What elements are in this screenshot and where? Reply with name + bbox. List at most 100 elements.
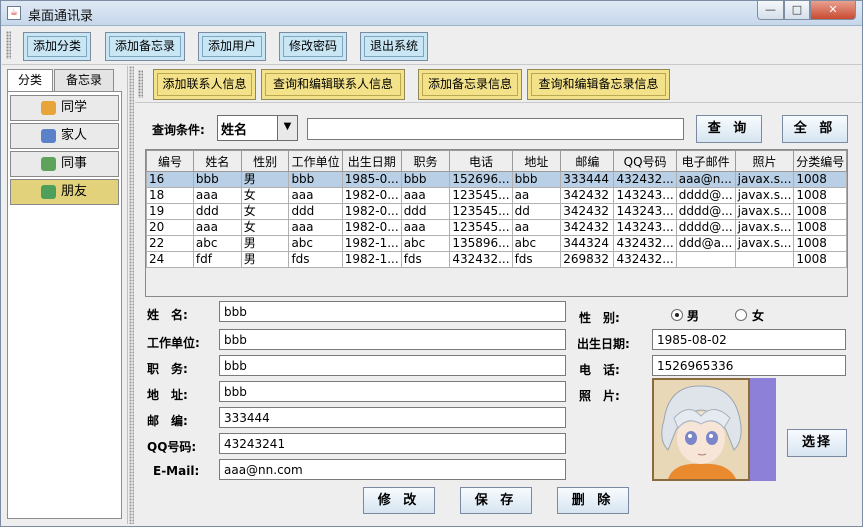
table-cell[interactable]: 143243...: [613, 187, 677, 204]
column-header[interactable]: 电子邮件: [675, 150, 736, 172]
table-cell[interactable]: ddd: [400, 203, 451, 220]
table-cell[interactable]: 342432: [560, 219, 615, 236]
table-cell[interactable]: 22: [146, 235, 194, 252]
gender-male-radio[interactable]: [671, 309, 683, 321]
birthday-field[interactable]: 1985-08-02: [652, 329, 846, 350]
table-cell[interactable]: 女: [240, 219, 290, 236]
table-cell[interactable]: aa: [511, 219, 562, 236]
table-cell[interactable]: aaa: [400, 187, 451, 204]
table-cell[interactable]: aaa: [288, 219, 343, 236]
table-cell[interactable]: javax.s...: [734, 235, 795, 252]
position-field[interactable]: bbb: [219, 355, 566, 376]
exit-system-button[interactable]: 退出系统: [360, 32, 428, 61]
table-cell[interactable]: bbb: [511, 171, 562, 188]
table-cell[interactable]: 1008: [793, 251, 847, 268]
table-row[interactable]: 22 abc 男 abc 1982-1... abc 135896... abc 344324 4…: [146, 235, 847, 252]
table-cell[interactable]: 123545...: [449, 187, 513, 204]
table-row[interactable]: 19 ddd 女 ddd 1982-0... ddd 123545... dd 342432 14…: [146, 203, 847, 220]
table-cell[interactable]: ddd@a...: [675, 235, 736, 252]
table-row[interactable]: 20 aaa 女 aaa 1982-0... aaa 123545... aa 342432 14…: [146, 219, 847, 236]
table-cell[interactable]: 123545...: [449, 203, 513, 220]
query-edit-memo-button[interactable]: 查询和编辑备忘录信息: [527, 69, 670, 100]
table-cell[interactable]: javax.s...: [734, 203, 795, 220]
table-cell[interactable]: 432432...: [613, 251, 677, 268]
table-cell[interactable]: 女: [240, 203, 290, 220]
table-cell[interactable]: 344324: [560, 235, 615, 252]
minimize-button[interactable]: —: [757, 1, 784, 20]
column-header[interactable]: QQ号码: [613, 150, 677, 172]
delete-button[interactable]: 删 除: [557, 487, 629, 514]
table-cell[interactable]: fdf: [192, 251, 242, 268]
query-edit-contact-button[interactable]: 查询和编辑联系人信息: [261, 69, 405, 100]
table-row[interactable]: 18 aaa 女 aaa 1982-0... aaa 123545... aa 342432 14…: [146, 187, 847, 204]
table-cell[interactable]: javax.s...: [734, 171, 795, 188]
gender-male-label[interactable]: 男: [687, 307, 699, 324]
sidebar-item-classmates[interactable]: 同学: [10, 95, 119, 121]
table-cell[interactable]: aa: [511, 187, 562, 204]
table-cell[interactable]: 342432: [560, 203, 615, 220]
table-cell[interactable]: aaa@n...: [675, 171, 736, 188]
table-cell[interactable]: 1982-0...: [341, 187, 402, 204]
modify-button[interactable]: 修 改: [363, 487, 435, 514]
tab-category[interactable]: 分类: [7, 69, 53, 91]
table-cell[interactable]: 男: [240, 235, 290, 252]
query-input[interactable]: [307, 118, 684, 140]
address-field[interactable]: bbb: [219, 381, 566, 402]
query-condition-select[interactable]: 姓名 ▼: [217, 115, 298, 141]
table-cell[interactable]: 342432: [560, 187, 615, 204]
table-cell[interactable]: 432432...: [613, 235, 677, 252]
column-header[interactable]: 地址: [511, 150, 562, 172]
column-header[interactable]: 电话: [449, 150, 513, 172]
change-password-button[interactable]: 修改密码: [279, 32, 347, 61]
table-cell[interactable]: [734, 251, 795, 268]
phone-field[interactable]: 1526965336: [652, 355, 846, 376]
column-header[interactable]: 职务: [400, 150, 451, 172]
table-row[interactable]: 24 fdf 男 fds 1982-1... fds 432432... fds 269832 4…: [146, 251, 847, 268]
table-cell[interactable]: aaa: [288, 187, 343, 204]
table-cell[interactable]: aaa: [192, 219, 242, 236]
table-cell[interactable]: 1982-1...: [341, 251, 402, 268]
column-header[interactable]: 邮编: [560, 150, 615, 172]
table-cell[interactable]: abc: [288, 235, 343, 252]
email-field[interactable]: aaa@nn.com: [219, 459, 566, 480]
show-all-button[interactable]: 全 部: [782, 115, 848, 143]
table-cell[interactable]: 18: [146, 187, 194, 204]
table-cell[interactable]: 143243...: [613, 203, 677, 220]
column-header[interactable]: 照片: [734, 150, 795, 172]
table-cell[interactable]: aaa: [400, 219, 451, 236]
table-cell[interactable]: 16: [146, 171, 194, 188]
column-header[interactable]: 编号: [146, 150, 194, 172]
table-row[interactable]: 16 bbb 男 bbb 1985-0... bbb 152696... bbb 333444 4…: [146, 171, 847, 188]
table-cell[interactable]: 1008: [793, 187, 847, 204]
table-cell[interactable]: 143243...: [613, 219, 677, 236]
choose-photo-button[interactable]: 选择: [787, 429, 847, 457]
table-cell[interactable]: 1985-0...: [341, 171, 402, 188]
table-cell[interactable]: bbb: [400, 171, 451, 188]
table-cell[interactable]: 123545...: [449, 219, 513, 236]
table-cell[interactable]: 1982-1...: [341, 235, 402, 252]
add-user-button[interactable]: 添加用户: [198, 32, 266, 61]
table-cell[interactable]: dddd@...: [675, 203, 736, 220]
column-header[interactable]: 分类编号: [793, 150, 847, 172]
table-cell[interactable]: aaa: [192, 187, 242, 204]
table-cell[interactable]: fds: [511, 251, 562, 268]
table-cell[interactable]: 20: [146, 219, 194, 236]
company-field[interactable]: bbb: [219, 329, 566, 350]
close-button[interactable]: ✕: [810, 1, 856, 20]
table-cell[interactable]: dd: [511, 203, 562, 220]
table-cell[interactable]: dddd@...: [675, 219, 736, 236]
table-cell[interactable]: [675, 251, 736, 268]
toolbar-grip[interactable]: [138, 70, 143, 98]
table-cell[interactable]: javax.s...: [734, 219, 795, 236]
table-cell[interactable]: ddd: [288, 203, 343, 220]
table-cell[interactable]: 135896...: [449, 235, 513, 252]
add-memo-info-button[interactable]: 添加备忘录信息: [418, 69, 522, 100]
table-cell[interactable]: 1008: [793, 235, 847, 252]
qq-field[interactable]: 43243241: [219, 433, 566, 454]
add-category-button[interactable]: 添加分类: [23, 32, 91, 61]
table-cell[interactable]: 152696...: [449, 171, 513, 188]
split-pane-divider[interactable]: [129, 66, 134, 524]
table-cell[interactable]: 333444: [560, 171, 615, 188]
table-cell[interactable]: bbb: [288, 171, 343, 188]
table-cell[interactable]: 1008: [793, 203, 847, 220]
